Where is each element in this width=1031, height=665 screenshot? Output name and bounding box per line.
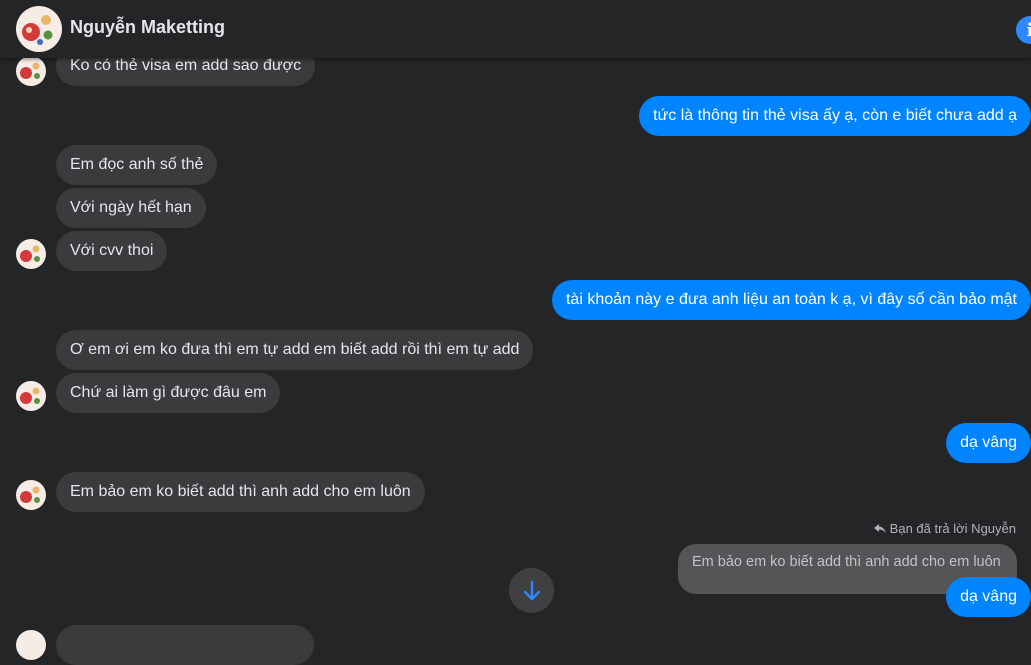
arrow-down-icon bbox=[523, 580, 540, 600]
contact-avatar[interactable] bbox=[16, 381, 46, 411]
reply-icon bbox=[873, 524, 886, 534]
reply-indicator: Bạn đã trả lời Nguyễn bbox=[873, 521, 1016, 536]
message-bubble-incoming[interactable]: Em bảo em ko biết add thì anh add cho em… bbox=[56, 472, 425, 512]
message-bubble-outgoing[interactable]: tức là thông tin thẻ visa ấy ạ, còn e bi… bbox=[639, 96, 1031, 136]
message-bubble-outgoing[interactable]: tài khoản này e đưa anh liệu an toàn k ạ… bbox=[551, 280, 1031, 320]
contact-avatar[interactable] bbox=[16, 239, 46, 269]
message-bubble-incoming[interactable]: Chứ ai làm gì được đâu em bbox=[56, 373, 281, 413]
info-icon[interactable]: i bbox=[1016, 16, 1031, 44]
chat-header: Nguyễn Maketting i bbox=[0, 0, 1031, 58]
message-bubble-incoming[interactable]: Với cvv thoi bbox=[56, 231, 168, 271]
message-bubble-incoming[interactable]: Với ngày hết hạn bbox=[56, 188, 206, 228]
message-bubble-outgoing[interactable]: dạ vâng bbox=[946, 577, 1031, 617]
contact-avatar[interactable] bbox=[16, 6, 62, 52]
info-glyph: i bbox=[1026, 19, 1031, 41]
message-bubble-incoming[interactable]: Em đọc anh số thẻ bbox=[56, 145, 218, 185]
scroll-to-bottom-button[interactable] bbox=[509, 568, 554, 613]
message-bubble-incoming[interactable]: Ơ em ơi em ko đưa thì em tự add em biết … bbox=[56, 330, 534, 370]
message-bubble-outgoing[interactable]: dạ vâng bbox=[946, 423, 1031, 463]
contact-name[interactable]: Nguyễn Maketting bbox=[70, 17, 225, 38]
contact-avatar[interactable] bbox=[16, 480, 46, 510]
contact-avatar[interactable] bbox=[16, 56, 46, 86]
message-bubble-incoming[interactable] bbox=[56, 625, 314, 665]
